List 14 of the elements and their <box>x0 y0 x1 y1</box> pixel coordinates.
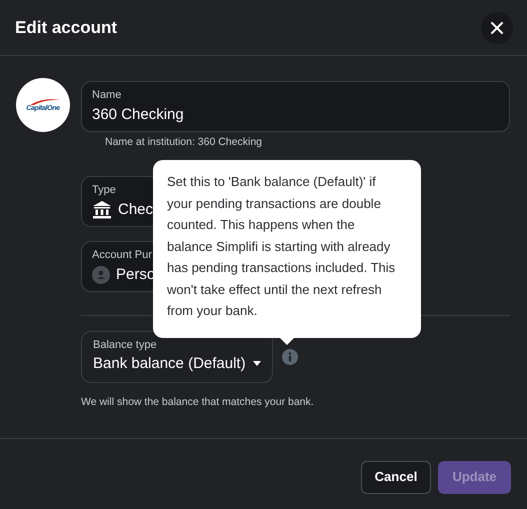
close-button[interactable] <box>481 12 513 44</box>
tooltip-pointer <box>280 338 294 345</box>
cancel-button[interactable]: Cancel <box>361 460 431 494</box>
balance-type-select[interactable]: Balance type Bank balance (Default) <box>81 330 273 383</box>
name-field[interactable]: Name 360 Checking <box>81 81 510 132</box>
dialog-title: Edit account <box>15 16 118 39</box>
info-icon[interactable] <box>282 348 298 365</box>
bank-icon <box>92 200 112 219</box>
person-icon <box>92 266 110 284</box>
close-icon <box>491 22 503 34</box>
hint-text: We will show the balance that matches your bank. <box>81 394 315 410</box>
hint-text: Name at institution: 360 Checking <box>105 135 264 150</box>
tooltip: Set this to 'Bank balance (Default)' if your pending transactions are double counted. This happens when the balance Simplifi is starting with already has pending transactions included. This won't take effect until the next refresh from your bank. <box>153 160 421 338</box>
caret-icon <box>253 361 261 366</box>
